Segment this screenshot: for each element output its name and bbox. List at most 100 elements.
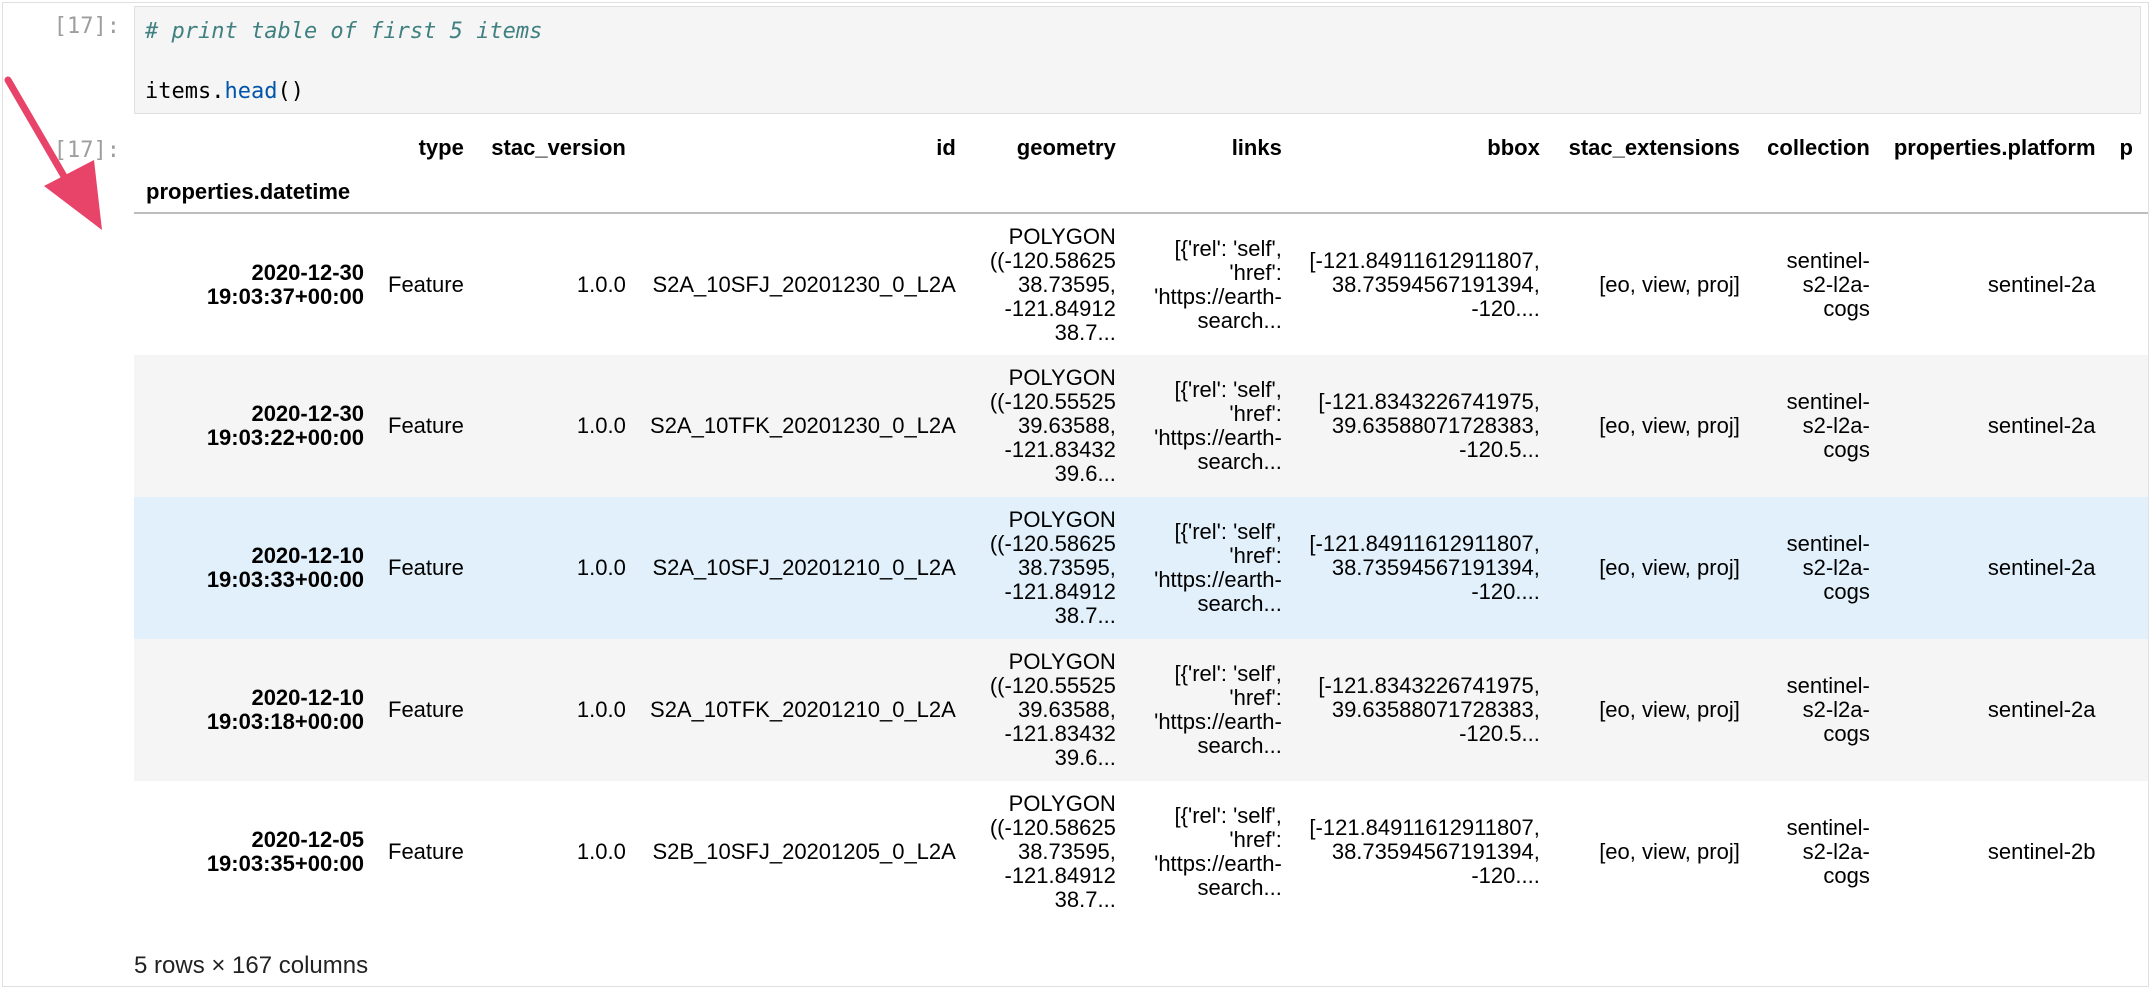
cell-links-line: 'https://earth- <box>1154 851 1282 876</box>
cell-stac-extensions: [eo, view, proj] <box>1599 413 1740 438</box>
cell-collection-line: s2-l2a- <box>1802 555 1870 580</box>
cell-collection-line: sentinel- <box>1786 247 1870 273</box>
cell-stac_version: 1.0.0 <box>576 413 626 438</box>
table-row[interactable]: 2020-12-05 19:03:35+00:00 Feature 1.0.0 S2B_… <box>134 781 2148 923</box>
cell-bbox-line: [-121.84911612911807, <box>1309 531 1540 556</box>
cell-links-line: search... <box>1197 591 1282 616</box>
cell-collection-line: cogs <box>1823 721 1870 746</box>
cell-links-line: 'href': <box>1229 685 1282 710</box>
cell-collection: sentinel-s2-l2a-cogs <box>1752 497 1882 639</box>
cell-geometry-line: 38.7... <box>1054 603 1116 628</box>
table-body: 2020-12-30 19:03:37+00:00 Feature 1.0.0 S2A_… <box>134 213 2148 923</box>
row-index-datetime-line: 2020-12-30 <box>251 259 364 285</box>
cell-id: S2B_10SFJ_20201205_0_L2A <box>652 839 956 864</box>
cell-bbox-line: -120.... <box>1471 295 1540 321</box>
row-index-datetime-line: 19:03:33+00:00 <box>206 567 364 592</box>
cell-truncated <box>2108 497 2148 639</box>
cell-geometry-line: 39.63588, <box>1017 413 1116 438</box>
cell-geometry: POLYGON ((-120.55525 39.63588, -121.83432 39… <box>968 639 1128 781</box>
cell-bbox-line: [-121.84911612911807, <box>1309 247 1540 273</box>
cell-truncated <box>2108 781 2148 923</box>
table-row[interactable]: 2020-12-30 19:03:37+00:00 Feature 1.0.0 S2A_… <box>134 213 2148 355</box>
cell-stac-extensions: [eo, view, proj] <box>1599 839 1740 864</box>
cell-bbox: [-121.8343226741975, 39.63588071728383, -1… <box>1294 355 1552 497</box>
cell-bbox-line: -120.... <box>1471 863 1540 888</box>
cell-links-line: 'https://earth- <box>1154 283 1282 309</box>
dataframe-table: type stac_version id geometry links bbox… <box>134 124 2148 923</box>
cell-geometry: POLYGON ((-120.55525 39.63588, -121.83432 39… <box>968 355 1128 497</box>
cell-links-line: search... <box>1197 307 1282 333</box>
cell-type: Feature <box>388 697 464 722</box>
row-count-label: 5 rows × 167 columns <box>134 952 369 979</box>
cell-stac_version: 1.0.0 <box>576 271 626 297</box>
row-index-datetime-line: 2020-12-30 <box>251 401 364 426</box>
cell-geometry-line: POLYGON <box>1008 365 1116 390</box>
cell-collection-line: cogs <box>1823 579 1870 604</box>
cell-stac_version: 1.0.0 <box>576 555 626 580</box>
code-editor[interactable]: # print table of first 5 items items.hea… <box>134 6 2141 114</box>
row-index-datetime-line: 2020-12-10 <box>251 685 364 710</box>
code-object: items. <box>145 79 225 104</box>
cell-geometry-line: 38.7... <box>1054 887 1116 912</box>
table-row[interactable]: 2020-12-30 19:03:22+00:00 Feature 1.0.0 S2A_… <box>134 355 2148 497</box>
cell-links: [{'rel': 'self','href':'https://earth-se… <box>1128 213 1294 355</box>
cell-geometry-line: ((-120.58625 <box>989 247 1116 273</box>
col-header: links <box>1231 135 1282 160</box>
cell-id: S2A_10SFJ_20201230_0_L2A <box>652 271 956 297</box>
cell-links-line: 'href': <box>1229 827 1282 852</box>
table-row[interactable]: 2020-12-10 19:03:33+00:00 Feature 1.0.0 S2A_… <box>134 497 2148 639</box>
cell-geometry-line: -121.84912 <box>1004 863 1116 888</box>
code-comment: # print table of first 5 items <box>145 19 543 44</box>
cell-bbox: [-121.84911612911807, 38.73594567191394, -… <box>1294 213 1552 355</box>
column-header-row: type stac_version id geometry links bbox… <box>134 124 2148 172</box>
cell-links-line: [{'rel': 'self', <box>1174 235 1282 261</box>
cell-links-line: 'href': <box>1229 259 1282 285</box>
index-header-row: properties.datetime <box>134 172 2148 213</box>
cell-stac_version: 1.0.0 <box>576 839 626 864</box>
row-index-datetime-line: 2020-12-05 <box>251 827 364 852</box>
cell-collection-line: s2-l2a- <box>1802 413 1870 438</box>
cell-geometry-line: POLYGON <box>1008 507 1116 532</box>
cell-geometry-line: ((-120.58625 <box>989 531 1116 556</box>
row-index-datetime: 2020-12-10 19:03:33+00:00 <box>134 497 376 639</box>
cell-geometry-line: -121.84912 <box>1004 579 1116 604</box>
cell-links-line: 'https://earth- <box>1154 425 1282 450</box>
row-index-datetime-line: 19:03:35+00:00 <box>206 851 364 876</box>
row-index-datetime: 2020-12-10 19:03:18+00:00 <box>134 639 376 781</box>
cell-geometry: POLYGON ((-120.58625 38.73595, -121.84912 38… <box>968 781 1128 923</box>
index-header-spacer <box>134 124 376 172</box>
cell-links-line: [{'rel': 'self', <box>1174 661 1282 686</box>
col-header: id <box>936 135 956 160</box>
cell-geometry-line: 38.7... <box>1054 319 1116 345</box>
row-index-datetime: 2020-12-05 19:03:35+00:00 <box>134 781 376 923</box>
cell-collection: sentinel-s2-l2a-cogs <box>1752 639 1882 781</box>
cell-bbox-line: 39.63588071728383, <box>1331 697 1540 722</box>
cell-stac-extensions: [eo, view, proj] <box>1599 555 1740 580</box>
cell-links-line: [{'rel': 'self', <box>1174 377 1282 402</box>
cell-geometry-line: -121.83432 <box>1004 721 1116 746</box>
arrow-icon <box>4 76 102 230</box>
cell-geometry-line: ((-120.55525 <box>989 389 1116 414</box>
cell-collection-line: s2-l2a- <box>1802 697 1870 722</box>
cell-collection-line: cogs <box>1823 437 1870 462</box>
index-name-header: properties.datetime <box>146 179 351 204</box>
cell-links-line: search... <box>1197 733 1282 758</box>
cell-id: S2A_10TFK_20201230_0_L2A <box>650 413 956 438</box>
cell-platform: sentinel-2a <box>1987 413 2096 438</box>
cell-id: S2A_10TFK_20201210_0_L2A <box>650 697 956 722</box>
cell-links-line: 'https://earth- <box>1154 567 1282 592</box>
cell-platform: sentinel-2b <box>1987 839 2096 864</box>
cell-collection: sentinel-s2-l2a-cogs <box>1752 355 1882 497</box>
table-row[interactable]: 2020-12-10 19:03:18+00:00 Feature 1.0.0 S2A_… <box>134 639 2148 781</box>
cell-geometry-line: 39.6... <box>1054 461 1116 486</box>
cell-truncated <box>2108 213 2148 355</box>
cell-stac_version: 1.0.0 <box>576 697 626 722</box>
cell-collection-line: cogs <box>1823 863 1870 888</box>
cell-links-line: 'https://earth- <box>1154 709 1282 734</box>
cell-collection-line: sentinel- <box>1786 673 1870 698</box>
cell-type: Feature <box>388 271 464 297</box>
cell-geometry-line: -121.83432 <box>1004 437 1116 462</box>
cell-collection-line: sentinel- <box>1786 389 1870 414</box>
cell-bbox-line: 38.73594567191394, <box>1331 839 1540 864</box>
cell-links: [{'rel': 'self','href':'https://earth-se… <box>1128 639 1294 781</box>
